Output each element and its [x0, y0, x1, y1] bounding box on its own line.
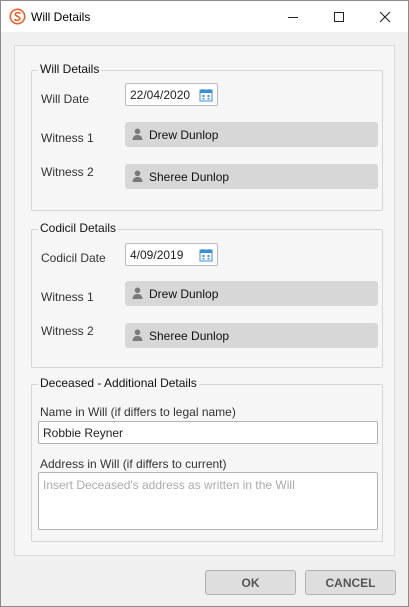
- title-bar[interactable]: Will Details: [1, 1, 408, 32]
- address-in-will-textarea[interactable]: Insert Deceased's address as written in …: [38, 472, 378, 530]
- name-in-will-input[interactable]: Robbie Reyner: [38, 421, 378, 444]
- minimize-icon: [288, 16, 298, 18]
- codicil-date-picker[interactable]: 4/09/2019: [125, 243, 218, 266]
- codicil-witness2-field[interactable]: Sheree Dunlop: [125, 323, 378, 348]
- person-icon: [132, 128, 143, 140]
- codicil-details-title: Codicil Details: [38, 221, 119, 235]
- address-in-will-placeholder: Insert Deceased's address as written in …: [43, 478, 295, 492]
- close-icon: [379, 11, 391, 22]
- will-date-picker[interactable]: 22/04/2020: [125, 83, 218, 106]
- will-witness2-field[interactable]: Sheree Dunlop: [125, 164, 378, 189]
- codicil-witness1-name: Drew Dunlop: [149, 287, 219, 301]
- will-witness1-label: Witness 1: [41, 131, 94, 145]
- window-title: Will Details: [31, 10, 91, 24]
- person-icon: [132, 329, 143, 341]
- codicil-witness2-name: Sheree Dunlop: [149, 329, 230, 343]
- will-witness1-field[interactable]: Drew Dunlop: [125, 122, 378, 147]
- close-button[interactable]: [362, 1, 408, 32]
- calendar-icon[interactable]: [199, 248, 213, 262]
- app-logo-icon: [9, 8, 26, 25]
- ok-button[interactable]: OK: [205, 570, 296, 595]
- deceased-details-title: Deceased - Additional Details: [38, 376, 199, 390]
- maximize-button[interactable]: [316, 1, 362, 32]
- cancel-button[interactable]: CANCEL: [305, 570, 396, 595]
- will-witness2-name: Sheree Dunlop: [149, 170, 230, 184]
- will-witness1-name: Drew Dunlop: [149, 128, 219, 142]
- calendar-icon[interactable]: [199, 88, 213, 102]
- person-icon: [132, 287, 143, 299]
- name-in-will-value: Robbie Reyner: [43, 426, 124, 440]
- will-witness2-label: Witness 2: [41, 165, 94, 179]
- codicil-witness2-label: Witness 2: [41, 324, 94, 338]
- maximize-icon: [334, 11, 344, 22]
- will-date-value: 22/04/2020: [130, 88, 191, 102]
- dialog-window: Will Details Will Details Will Date 22/0…: [0, 0, 409, 607]
- codicil-date-value: 4/09/2019: [130, 248, 184, 262]
- codicil-witness1-label: Witness 1: [41, 290, 94, 304]
- will-date-label: Will Date: [41, 92, 90, 106]
- codicil-witness1-field[interactable]: Drew Dunlop: [125, 281, 378, 306]
- will-details-title: Will Details: [38, 62, 102, 76]
- person-icon: [132, 170, 143, 182]
- codicil-date-label: Codicil Date: [41, 251, 106, 265]
- name-in-will-label: Name in Will (if differs to legal name): [40, 405, 236, 419]
- address-in-will-label: Address in Will (if differs to current): [40, 457, 227, 471]
- minimize-button[interactable]: [270, 1, 316, 32]
